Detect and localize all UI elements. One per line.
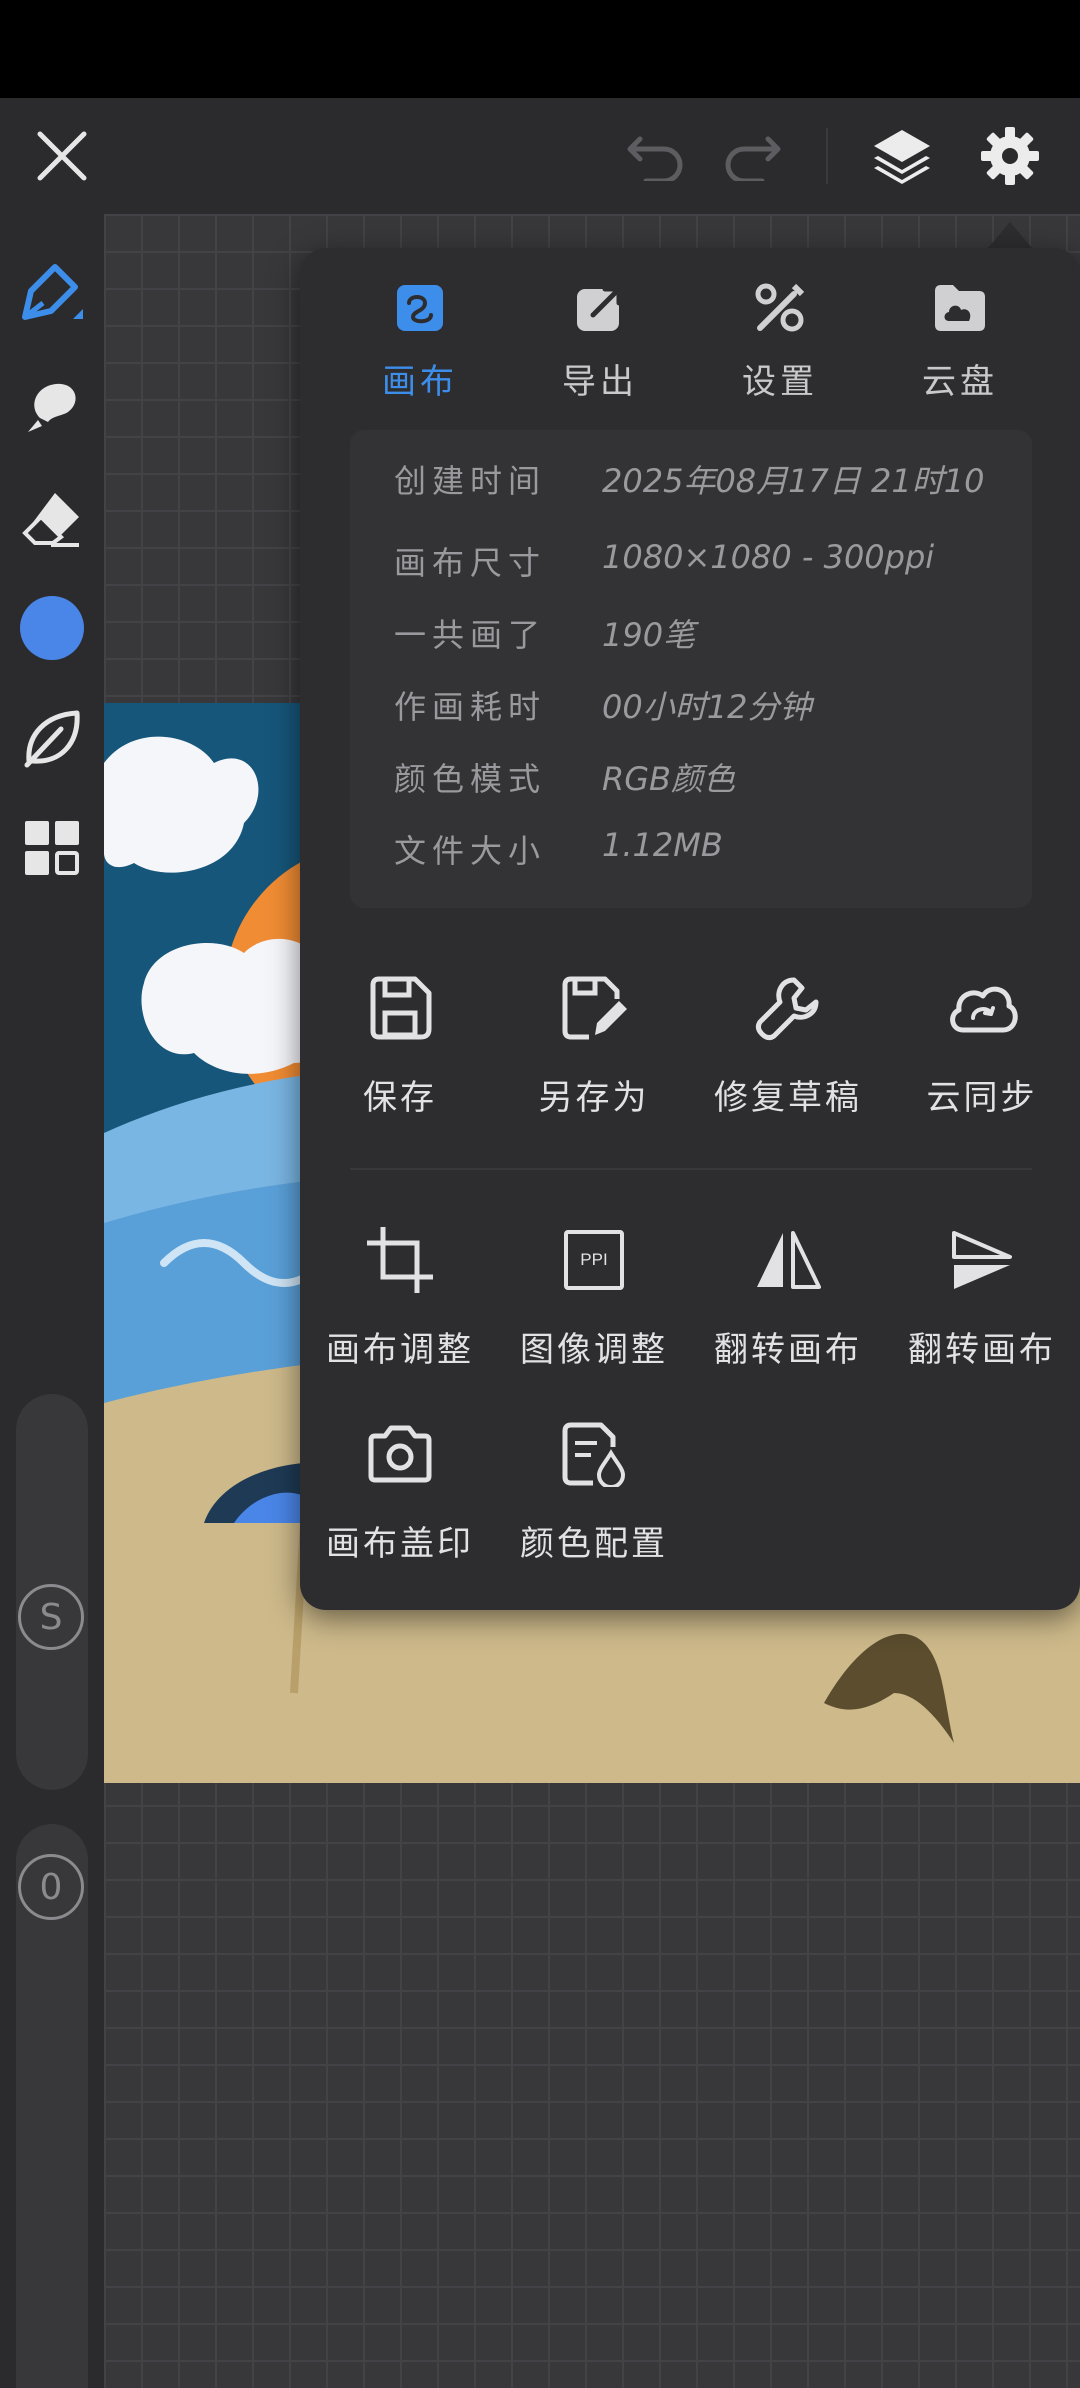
save-icon	[370, 976, 432, 1040]
status-bar	[0, 0, 1080, 98]
top-toolbar	[0, 98, 1080, 214]
cloud-sync-button[interactable]: 云同步	[884, 968, 1080, 1138]
info-value: RGB颜色	[602, 760, 735, 798]
canvas-stamp-button[interactable]: 画布盖印	[302, 1414, 498, 1584]
canvas-info-card: 创建时间 2025年08月17日 21时10 画布尺寸 1080×1080 - …	[350, 430, 1032, 908]
more-tools[interactable]	[14, 810, 90, 886]
flip-vertical-icon	[952, 1231, 1012, 1289]
camera-icon	[368, 1425, 432, 1483]
info-key: 作画耗时	[394, 688, 547, 726]
eraser-icon	[22, 493, 79, 547]
info-value: 1.12MB	[602, 826, 723, 864]
repair-icon	[755, 977, 819, 1041]
color-config-button[interactable]: 颜色配置	[496, 1414, 692, 1584]
canvas-icon	[397, 285, 443, 331]
tab-canvas-label: 画布	[382, 362, 458, 402]
layers-icon	[874, 130, 930, 184]
flip-canvas-vertical-button[interactable]: 翻转画布	[884, 1220, 1080, 1390]
settings-button[interactable]	[974, 120, 1046, 192]
undo-icon	[627, 136, 683, 181]
toolbar-divider	[826, 128, 828, 184]
panel-pointer	[988, 222, 1032, 248]
settings-icon	[981, 127, 1039, 185]
color-config-label: 颜色配置	[520, 1524, 668, 1564]
flip-canvas-vertical-label: 翻转画布	[908, 1330, 1056, 1370]
brush-size-knob[interactable]: S	[18, 1584, 84, 1650]
tab-cloud-drive-label: 云盘	[922, 362, 998, 402]
cloud-sync-label: 云同步	[926, 1078, 1038, 1118]
smudge-icon	[28, 383, 76, 432]
save-as-icon	[562, 976, 627, 1040]
brush-library-tool[interactable]	[14, 700, 90, 776]
panel-tabs: 画布 导出 设置 云盘	[300, 276, 1080, 416]
flip-horizontal-icon	[757, 1231, 821, 1289]
info-row-created: 创建时间 2025年08月17日 21时10	[350, 456, 1032, 506]
ppi-icon: PPI	[564, 1230, 624, 1290]
cloud-drive-icon	[935, 285, 985, 331]
eraser-tool[interactable]	[14, 480, 90, 556]
repair-draft-button[interactable]: 修复草稿	[690, 968, 886, 1138]
info-key: 文件大小	[394, 832, 547, 870]
pen-icon	[22, 264, 83, 320]
smudge-tool[interactable]	[14, 368, 90, 444]
tool-sidebar: S 0	[0, 214, 104, 2388]
flip-canvas-horizontal-button[interactable]: 翻转画布	[690, 1220, 886, 1390]
info-row-color-mode: 颜色模式 RGB颜色	[350, 754, 1032, 804]
save-as-label: 另存为	[538, 1078, 650, 1118]
info-row-file-size: 文件大小 1.12MB	[350, 826, 1032, 876]
tab-settings-label: 设置	[742, 362, 818, 402]
canvas-adjust-label: 画布调整	[326, 1330, 474, 1370]
tab-canvas[interactable]: 画布	[330, 276, 510, 416]
export-icon	[577, 286, 622, 331]
info-value: 00小时12分钟	[602, 688, 812, 726]
info-value: 190笔	[602, 616, 696, 654]
info-row-strokes: 一共画了 190笔	[350, 610, 1032, 660]
canvas-adjust-button[interactable]: 画布调整	[302, 1220, 498, 1390]
save-as-button[interactable]: 另存为	[496, 968, 692, 1138]
tab-export[interactable]: 导出	[510, 276, 690, 416]
leaf-brush-icon	[24, 710, 80, 768]
redo-button[interactable]	[716, 120, 788, 192]
info-value: 1080×1080 - 300ppi	[602, 538, 935, 576]
repair-draft-label: 修复草稿	[714, 1078, 862, 1118]
info-row-size: 画布尺寸 1080×1080 - 300ppi	[350, 538, 1032, 588]
pen-tool[interactable]	[14, 254, 90, 330]
canvas-settings-panel: 画布 导出 设置 云盘 创建时间 2025年08月17日 21时10 画布尺寸 …	[300, 248, 1080, 1610]
image-adjust-label: 图像调整	[520, 1330, 668, 1370]
redo-icon	[725, 136, 781, 181]
save-button[interactable]: 保存	[302, 968, 498, 1138]
tab-export-label: 导出	[562, 362, 638, 402]
save-label: 保存	[363, 1078, 437, 1118]
undo-button[interactable]	[620, 120, 692, 192]
color-swatch	[20, 596, 84, 660]
flip-canvas-horizontal-label: 翻转画布	[714, 1330, 862, 1370]
canvas-stamp-label: 画布盖印	[326, 1524, 474, 1564]
close-icon	[37, 131, 87, 181]
close-button[interactable]	[26, 120, 98, 192]
info-key: 一共画了	[394, 616, 547, 654]
layers-button[interactable]	[866, 120, 938, 192]
info-key: 画布尺寸	[394, 544, 547, 582]
grid-icon	[25, 821, 79, 875]
opacity-knob[interactable]: 0	[18, 1854, 84, 1920]
tab-settings[interactable]: 设置	[690, 276, 870, 416]
cloud-sync-icon	[950, 986, 1018, 1033]
image-adjust-button[interactable]: PPI 图像调整	[496, 1220, 692, 1390]
info-value: 2025年08月17日 21时10	[602, 462, 985, 500]
info-key: 颜色模式	[394, 760, 547, 798]
color-config-icon	[562, 1422, 626, 1487]
info-key: 创建时间	[394, 462, 547, 500]
section-divider	[350, 1168, 1032, 1170]
color-picker[interactable]	[14, 590, 90, 666]
tab-cloud-drive[interactable]: 云盘	[870, 276, 1050, 416]
tools-icon	[755, 283, 805, 332]
info-row-time: 作画耗时 00小时12分钟	[350, 682, 1032, 732]
crop-icon	[367, 1227, 433, 1293]
